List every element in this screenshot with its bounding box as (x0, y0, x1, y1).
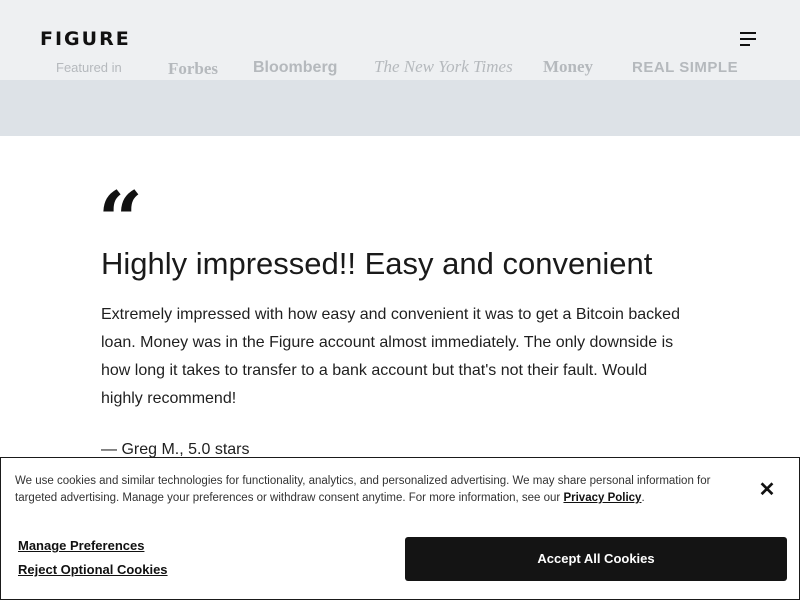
reject-optional-cookies-button[interactable]: Reject Optional Cookies (18, 562, 168, 577)
cookie-notice-end: . (641, 492, 645, 504)
close-icon[interactable]: ✕ (753, 476, 781, 504)
cookie-notice-text: We use cookies and similar technologies … (15, 473, 735, 507)
manage-preferences-button[interactable]: Manage Preferences (18, 538, 144, 553)
privacy-policy-link[interactable]: Privacy Policy (563, 492, 641, 504)
hamburger-menu-icon[interactable] (736, 30, 758, 50)
figure-logo[interactable]: FIGURE (40, 28, 131, 50)
featured-in-label: Featured in (56, 60, 122, 75)
forbes-logo: Forbes (168, 59, 219, 78)
hero-band (0, 80, 800, 136)
top-navigation-bar: FIGURE Featured in Forbes Bloomberg The … (0, 0, 800, 80)
new-york-times-logo: The New York Times (374, 57, 513, 76)
cookie-consent-banner: We use cookies and similar technologies … (0, 457, 800, 600)
real-simple-logo: REAL SIMPLE (632, 59, 739, 76)
money-logo: Money (543, 57, 594, 76)
testimonial-body: Extremely impressed with how easy and co… (101, 306, 680, 407)
bloomberg-logo: Bloomberg (253, 59, 338, 76)
testimonial-headline: Highly impressed!! Easy and convenient (101, 246, 653, 281)
accept-all-cookies-button[interactable]: Accept All Cookies (405, 537, 787, 581)
